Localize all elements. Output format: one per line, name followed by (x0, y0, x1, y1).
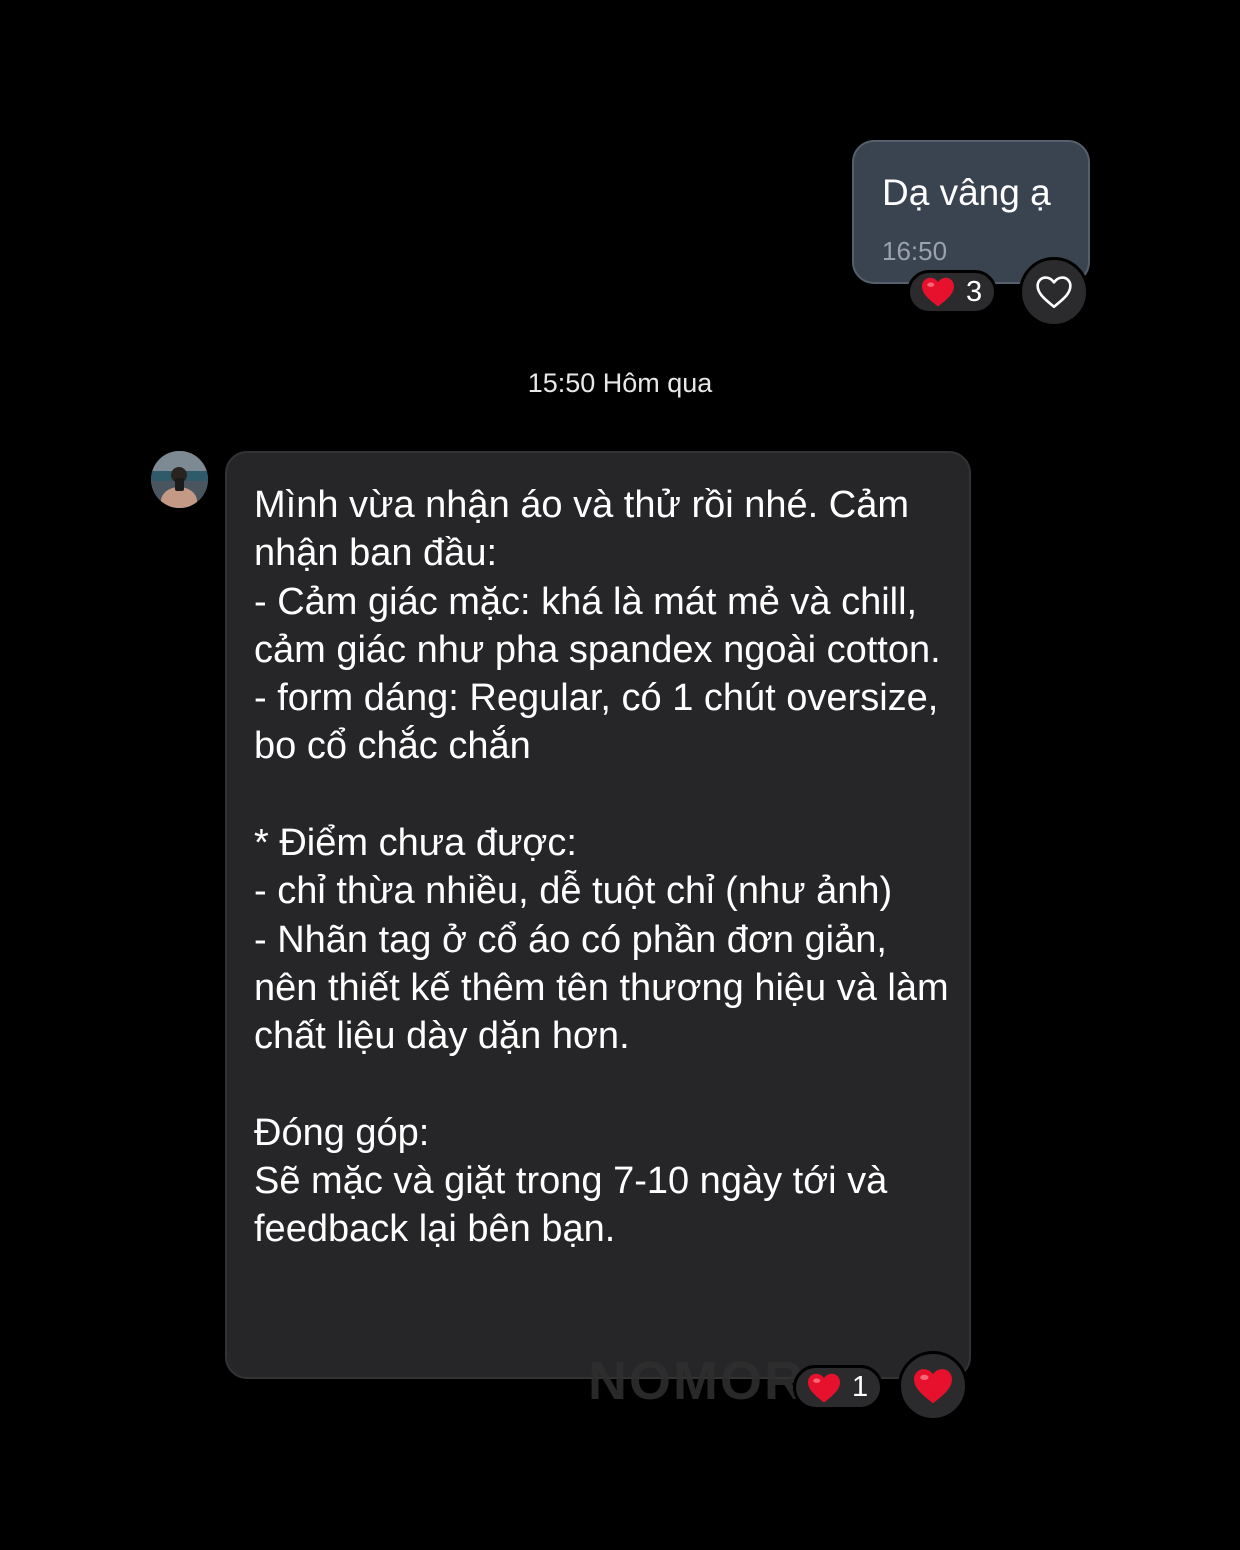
user-avatar[interactable] (151, 451, 208, 508)
incoming-reaction-pill[interactable]: 1 (793, 1365, 884, 1410)
outgoing-message-time: 16:50 (882, 236, 948, 266)
heart-outline-icon (1036, 276, 1072, 309)
heart-red-icon (922, 277, 954, 307)
watermark: NOMOR (588, 1351, 805, 1411)
heart-red-icon (808, 1373, 840, 1403)
timestamp-separator: 15:50 Hôm qua (527, 368, 713, 398)
incoming-react-button[interactable] (898, 1351, 968, 1421)
outgoing-reaction-pill[interactable]: 3 (907, 270, 998, 314)
incoming-reaction-count: 1 (852, 1371, 869, 1403)
avatar-photo (151, 451, 208, 508)
incoming-message-bubble[interactable]: Mình vừa nhận áo và thử rồi nhé. Cảm nhậ… (225, 451, 971, 1379)
outgoing-reaction-count: 3 (966, 275, 983, 308)
heart-filled-icon (914, 1369, 952, 1404)
outgoing-react-button[interactable] (1019, 257, 1089, 327)
outgoing-message-text: Dạ vâng ạ (882, 172, 1051, 213)
incoming-message-text: Mình vừa nhận áo và thử rồi nhé. Cảm nhậ… (254, 484, 949, 1251)
